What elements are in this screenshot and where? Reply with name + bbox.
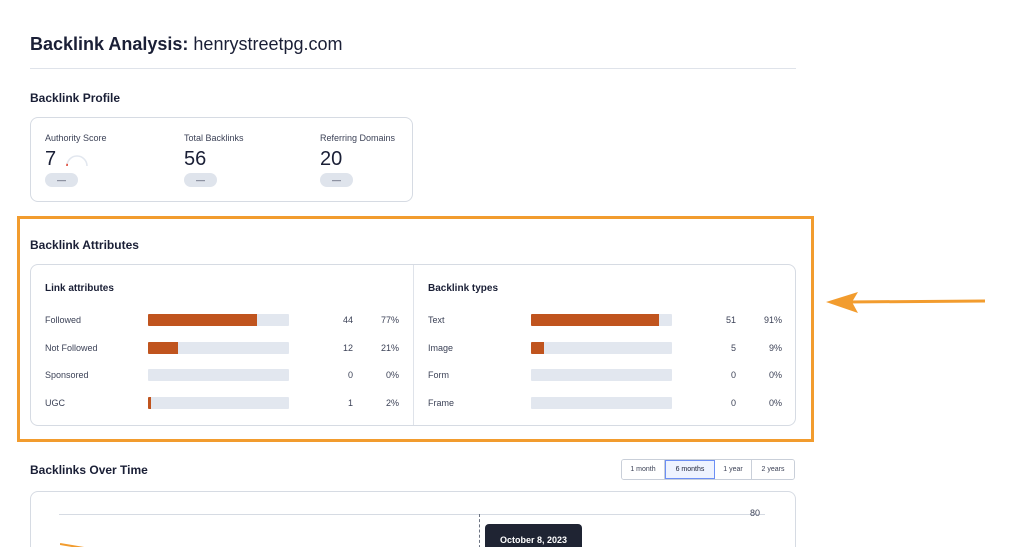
row-label: Image <box>428 343 454 353</box>
range-6-months-button[interactable]: 6 months <box>665 460 715 479</box>
authority-gauge-icon <box>66 155 88 167</box>
bar-fill <box>148 342 178 354</box>
metric-value: 20 <box>320 148 343 170</box>
metric-label: Referring Domains <box>320 133 396 143</box>
row-percent: 77% <box>380 315 399 325</box>
link-attributes-title: Link attributes <box>45 283 114 294</box>
row-count: 0 <box>730 370 736 380</box>
bar-fill <box>531 342 544 354</box>
link-attribute-row: Sponsored 0 0% <box>31 368 413 382</box>
row-percent: 91% <box>763 315 782 325</box>
backlink-profile-card: Authority Score 7 — Total Backlinks 56 —… <box>30 117 413 202</box>
page-title-prefix: Backlink Analysis: <box>30 34 189 54</box>
row-count: 1 <box>347 398 353 408</box>
bar-fill <box>148 397 151 409</box>
row-label: Not Followed <box>45 343 98 353</box>
row-count: 12 <box>342 343 353 353</box>
backlink-type-row: Text 51 91% <box>414 313 796 327</box>
backlink-type-row: Form 0 0% <box>414 368 796 382</box>
backlinks-over-time-heading: Backlinks Over Time <box>30 463 148 477</box>
bar-fill <box>531 314 660 326</box>
bar-track <box>148 397 289 409</box>
backlink-attributes-card: Link attributes Followed 44 77% Not Followe… <box>30 264 796 426</box>
bar-track <box>531 342 672 354</box>
bar-track <box>148 342 289 354</box>
pointer-arrow-icon <box>826 292 986 313</box>
backlinks-over-time-chart: 80 October 8, 2023 <box>30 491 796 547</box>
bar-track <box>148 314 289 326</box>
bar-track <box>531 314 672 326</box>
metric-value: 7 <box>45 148 57 170</box>
range-1-year-button[interactable]: 1 year <box>715 460 752 479</box>
title-divider <box>30 68 796 69</box>
row-percent: 21% <box>380 343 399 353</box>
row-percent: 0% <box>385 370 399 380</box>
row-percent: 0% <box>768 398 782 408</box>
metric-change-badge: — <box>184 173 217 187</box>
row-label: Form <box>428 370 449 380</box>
row-percent: 0% <box>768 370 782 380</box>
row-label: Followed <box>45 315 82 325</box>
link-attribute-row: Not Followed 12 21% <box>31 341 413 355</box>
backlink-attributes-heading: Backlink Attributes <box>30 238 139 252</box>
page-title: Backlink Analysis: henrystreetpg.com <box>30 34 343 55</box>
backlink-types-panel: Backlink types Text 51 91% Image 5 9% Form 0 0% F… <box>414 265 796 425</box>
row-percent: 2% <box>385 398 399 408</box>
bar-track <box>531 397 672 409</box>
metric-change-badge: — <box>320 173 353 187</box>
bar-track <box>531 369 672 381</box>
backlink-profile-heading: Backlink Profile <box>30 91 121 105</box>
link-attribute-row: Followed 44 77% <box>31 313 413 327</box>
row-count: 0 <box>730 398 736 408</box>
grid-line <box>59 514 765 515</box>
hover-cursor-line <box>479 514 480 547</box>
row-count: 0 <box>347 370 353 380</box>
metric-change-badge: — <box>45 173 78 187</box>
row-label: Text <box>428 315 445 325</box>
metric-value: 56 <box>184 148 207 170</box>
row-label: UGC <box>45 398 65 408</box>
row-count: 51 <box>725 315 736 325</box>
page-title-domain: henrystreetpg.com <box>193 34 343 54</box>
row-percent: 9% <box>768 343 782 353</box>
range-2-years-button[interactable]: 2 years <box>752 460 794 479</box>
backlink-type-row: Frame 0 0% <box>414 396 796 410</box>
row-label: Frame <box>428 398 455 408</box>
link-attributes-panel: Link attributes Followed 44 77% Not Followe… <box>31 265 413 425</box>
bar-fill <box>148 314 257 326</box>
metric-label: Authority Score <box>45 133 107 143</box>
row-count: 5 <box>730 343 736 353</box>
row-label: Sponsored <box>45 370 89 380</box>
trend-line <box>60 543 85 547</box>
y-axis-tick-label: 80 <box>750 508 761 518</box>
backlink-type-row: Image 5 9% <box>414 341 796 355</box>
chart-tooltip: October 8, 2023 <box>485 524 582 547</box>
row-count: 44 <box>342 315 353 325</box>
time-range-selector: 1 month 6 months 1 year 2 years <box>621 459 795 480</box>
metric-label: Total Backlinks <box>184 133 244 143</box>
bar-track <box>148 369 289 381</box>
backlink-types-title: Backlink types <box>428 283 499 294</box>
range-1-month-button[interactable]: 1 month <box>622 460 665 479</box>
link-attribute-row: UGC 1 2% <box>31 396 413 410</box>
